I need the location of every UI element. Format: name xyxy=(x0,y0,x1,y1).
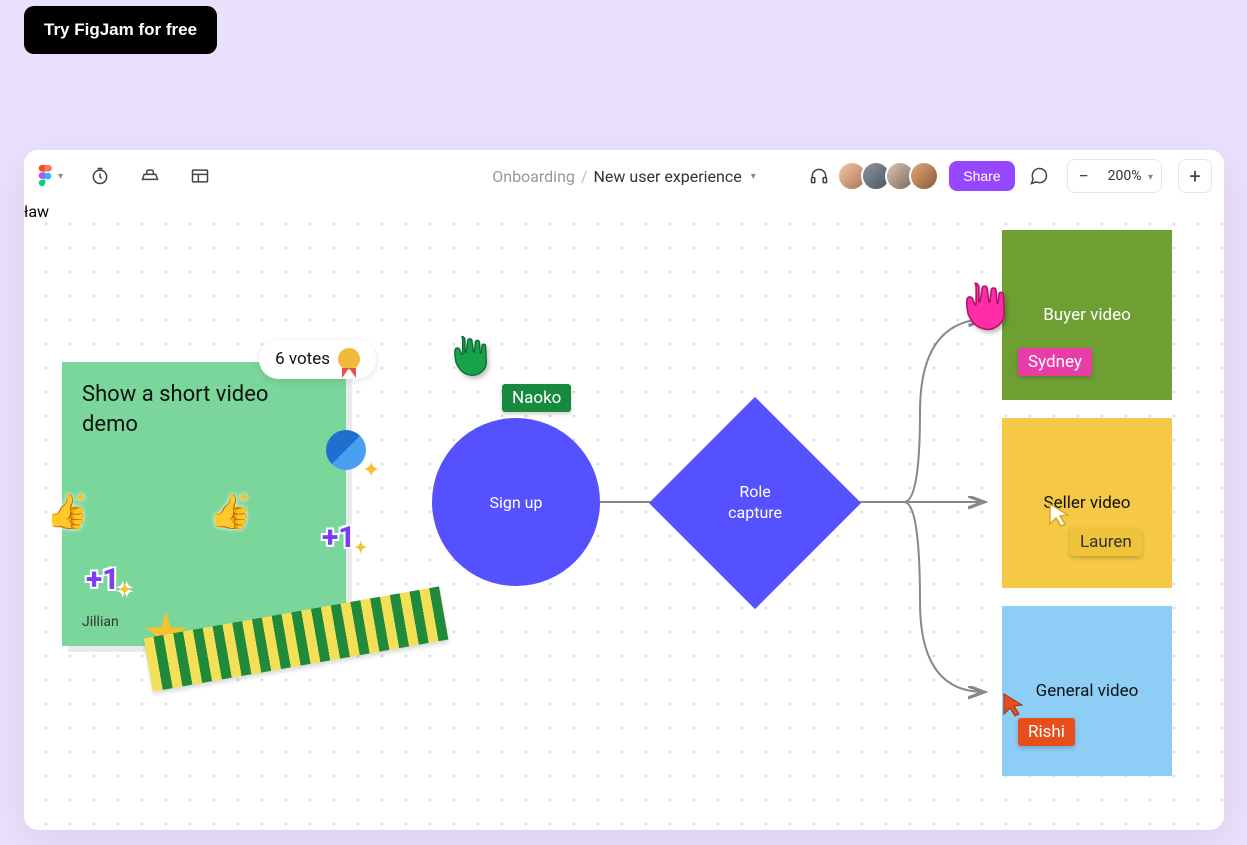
audio-button[interactable] xyxy=(805,162,833,190)
zoom-in-button[interactable]: + xyxy=(1178,159,1212,193)
thumbs-up-sticker[interactable]: 👍✦ xyxy=(209,492,251,532)
headphones-icon xyxy=(809,166,829,186)
cursor-label-naoko: Naoko xyxy=(502,384,571,412)
comments-button[interactable] xyxy=(1025,162,1053,190)
cursor-icon xyxy=(1002,692,1024,718)
timer-button[interactable] xyxy=(86,162,114,190)
votes-badge[interactable]: 6 votes xyxy=(259,340,376,379)
voting-button[interactable] xyxy=(136,162,164,190)
timer-icon xyxy=(90,166,110,186)
topbar-left: ▾ xyxy=(36,162,214,190)
chevron-down-icon: ▾ xyxy=(751,171,756,182)
card-label: General video xyxy=(1036,681,1139,701)
sticky-note[interactable]: Show a short video demo Jillian 6 votes xyxy=(62,362,346,646)
share-button[interactable]: Share xyxy=(949,161,1014,191)
topbar-right: Share − 200% ▾ + xyxy=(805,159,1212,193)
votes-count: 6 votes xyxy=(275,348,330,371)
sticky-text: Show a short video demo xyxy=(82,380,326,439)
chevron-down-icon: ▾ xyxy=(58,171,63,182)
zoom-value[interactable]: 200% ▾ xyxy=(1100,168,1161,184)
zoom-control: − 200% ▾ xyxy=(1067,159,1162,193)
plus-one-sticker[interactable]: +1✦ xyxy=(322,520,356,555)
blob-sticker[interactable] xyxy=(326,430,366,470)
ribbon-icon xyxy=(338,348,360,370)
plus-one-sticker[interactable]: +1✦ xyxy=(86,562,120,597)
cursor-label-rishi: Rishi xyxy=(1018,718,1075,746)
figjam-window: ▾ Onboarding / New user experience xyxy=(24,150,1224,830)
thumbs-up-sticker[interactable]: 👍✦ xyxy=(46,492,88,532)
figma-menu-button[interactable]: ▾ xyxy=(36,162,64,190)
breadcrumb-root: Onboarding xyxy=(492,167,575,186)
figma-logo-icon xyxy=(37,165,53,187)
wave-hand-icon xyxy=(444,332,498,397)
layout-icon xyxy=(190,166,210,186)
topbar: ▾ Onboarding / New user experience xyxy=(24,150,1224,202)
layout-button[interactable] xyxy=(186,162,214,190)
breadcrumb-page: New user experience xyxy=(594,167,742,186)
collaborator-avatars[interactable] xyxy=(843,161,939,191)
card-label: Buyer video xyxy=(1043,305,1131,325)
cursor-icon xyxy=(1048,502,1070,528)
sparkle-icon: ✦ xyxy=(362,458,380,483)
cursor-label-lauren: Lauren xyxy=(1070,528,1142,556)
avatar[interactable] xyxy=(909,161,939,191)
card-seller-video[interactable]: Seller video xyxy=(1002,418,1172,588)
zoom-out-button[interactable]: − xyxy=(1068,166,1100,187)
try-figjam-button[interactable]: Try FigJam for free xyxy=(24,6,217,54)
flowchart-node-signup[interactable]: Sign up xyxy=(432,418,600,586)
node-label: Sign up xyxy=(490,493,543,512)
breadcrumb-separator: / xyxy=(581,167,588,186)
cursor-label-sydney: Sydney xyxy=(1018,348,1092,376)
comment-icon xyxy=(1029,166,1049,186)
wave-hand-icon xyxy=(954,278,1018,353)
node-label: Role capture xyxy=(728,482,782,524)
canvas[interactable]: Show a short video demo Jillian 6 votes … xyxy=(24,202,1224,830)
card-general-video[interactable]: General video xyxy=(1002,606,1172,776)
sticky-author: Jillian xyxy=(82,613,119,632)
voting-icon xyxy=(140,166,160,186)
chevron-down-icon: ▾ xyxy=(1148,172,1153,183)
breadcrumb[interactable]: Onboarding / New user experience ▾ xyxy=(492,167,756,186)
